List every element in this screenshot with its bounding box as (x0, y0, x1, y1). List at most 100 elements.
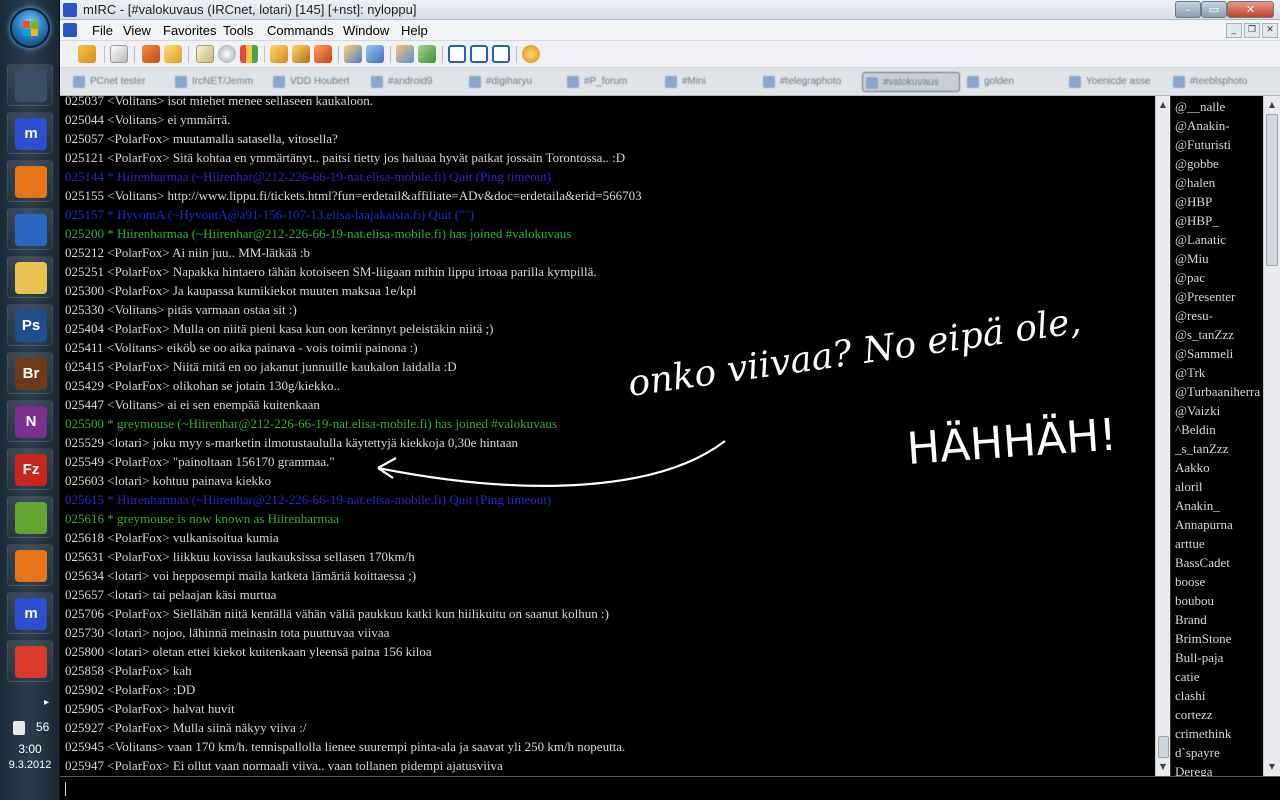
taskbar-app-button[interactable] (7, 640, 53, 682)
nick-list-item[interactable]: aloril (1175, 479, 1202, 495)
mdi-close-button[interactable]: ✕ (1262, 23, 1278, 38)
nick-list-item[interactable]: @pac (1175, 270, 1205, 286)
taskbar-app-button[interactable]: m (7, 592, 53, 634)
nick-list-item[interactable]: @Anakin- (1175, 118, 1230, 134)
cascade-icon[interactable] (492, 45, 510, 63)
nick-list-item[interactable]: @Sammeli (1175, 346, 1233, 362)
nicklist-scrollbar[interactable]: ▲ ▼ (1263, 96, 1280, 776)
nick-list-item[interactable]: @Presenter (1175, 289, 1235, 305)
switchbar-tab[interactable]: #telegraphoto (760, 72, 858, 92)
message-input[interactable] (64, 780, 1274, 798)
mdi-restore-button[interactable]: ❐ (1244, 23, 1260, 38)
switchbar-tab[interactable]: #digiharyu (466, 72, 562, 92)
taskbar-app-button[interactable]: Br (7, 352, 53, 394)
chat-log[interactable]: 025037 <Volitans> isot miehet menee sell… (60, 96, 1155, 776)
taskbar-app-button[interactable] (7, 160, 53, 202)
switchbar-tab[interactable]: #teeblsphoto (1170, 72, 1274, 92)
taskbar-app-button[interactable] (7, 64, 53, 106)
help-icon[interactable] (522, 45, 540, 63)
nick-list-item[interactable]: Annapurna (1175, 517, 1233, 533)
nick-list-item[interactable]: d`spayre (1175, 745, 1220, 761)
notify-list-icon[interactable] (344, 45, 362, 63)
nick-list-item[interactable]: _s_tanZzz (1175, 441, 1228, 457)
channel-window-icon[interactable] (63, 23, 77, 37)
nick-list-item[interactable]: clashi (1175, 688, 1205, 704)
mdi-minimize-button[interactable]: _ (1226, 23, 1242, 38)
switchbar-tab[interactable]: #android9 (368, 72, 464, 92)
nick-list-item[interactable]: @HBP_ (1175, 213, 1219, 229)
switchbar-tab[interactable]: IrcNET/Jemm (172, 72, 268, 92)
channel-list-icon[interactable] (164, 45, 182, 63)
nick-list-item[interactable]: @halen (1175, 175, 1215, 191)
menu-tools[interactable]: Tools (223, 23, 253, 38)
address-book-icon[interactable] (366, 45, 384, 63)
taskbar-app-button[interactable]: m (7, 112, 53, 154)
scroll-down-icon[interactable]: ▼ (1156, 760, 1170, 774)
menu-view[interactable]: View (123, 23, 151, 38)
taskbar-app-button[interactable]: Ps (7, 304, 53, 346)
nick-list-item[interactable]: BrimStone (1175, 631, 1231, 647)
switchbar-tab[interactable]: golden (964, 72, 1060, 92)
taskbar-app-button[interactable] (7, 496, 53, 538)
nick-list-item[interactable]: Derega (1175, 764, 1213, 776)
nick-list-item[interactable]: boubou (1175, 593, 1214, 609)
nick-list-item[interactable]: arttue (1175, 536, 1205, 552)
send-icon[interactable] (418, 45, 436, 63)
nick-list-item[interactable]: Anakin_ (1175, 498, 1220, 514)
taskbar-app-button[interactable]: Fz (7, 448, 53, 490)
menu-file[interactable]: File (92, 23, 113, 38)
scroll-thumb[interactable] (1266, 114, 1278, 266)
nick-list-item[interactable]: @Turbaaniherra (1175, 384, 1260, 400)
nick-list-item[interactable]: @Trk (1175, 365, 1205, 381)
nick-list-item[interactable]: @Lanatic (1175, 232, 1226, 248)
timer-icon[interactable] (218, 45, 236, 63)
clock-time[interactable]: 3:00 (0, 742, 60, 756)
menu-favorites[interactable]: Favorites (163, 23, 216, 38)
nick-list-item[interactable]: crimethink (1175, 726, 1231, 742)
nick-list-item[interactable]: ^Beldin (1175, 422, 1216, 438)
scroll-down-icon[interactable]: ▼ (1265, 760, 1279, 774)
options-icon[interactable] (110, 45, 128, 63)
nick-list-item[interactable]: @Vaizki (1175, 403, 1220, 419)
nick-list-item[interactable]: @resu- (1175, 308, 1213, 324)
connect-icon[interactable] (78, 45, 96, 63)
switchbar-tab[interactable]: #Mini (662, 72, 758, 92)
switchbar-tab[interactable]: #P_forum (564, 72, 660, 92)
close-button[interactable]: ✕ (1227, 1, 1274, 18)
menu-window[interactable]: Window (343, 23, 389, 38)
clock-date[interactable]: 9.3.2012 (0, 759, 60, 771)
switchbar-tab[interactable]: Yoenicde asse (1066, 72, 1166, 92)
nick-list-item[interactable]: @s_tanZzz (1175, 327, 1234, 343)
network-icon[interactable] (13, 721, 25, 735)
taskbar-app-button[interactable]: N (7, 400, 53, 442)
taskbar-app-button[interactable] (7, 208, 53, 250)
nick-list-item[interactable]: catie (1175, 669, 1200, 685)
menu-commands[interactable]: Commands (267, 23, 333, 38)
start-button[interactable] (10, 8, 50, 48)
nick-list-item[interactable]: Bull-paja (1175, 650, 1223, 666)
minimize-button[interactable]: – (1175, 1, 1201, 18)
url-list-icon[interactable] (396, 45, 414, 63)
nick-list-item[interactable]: @Miu (1175, 251, 1209, 267)
nick-list-item[interactable]: boose (1175, 574, 1205, 590)
scroll-up-icon[interactable]: ▲ (1265, 98, 1279, 112)
nick-list-item[interactable]: BassCadet (1175, 555, 1230, 571)
switchbar-tab[interactable]: PCnet tester (70, 72, 170, 92)
maximize-button[interactable]: ▭ (1201, 1, 1227, 18)
nick-list-item[interactable]: Brand (1175, 612, 1207, 628)
nick-list-item[interactable]: @gobbe (1175, 156, 1219, 172)
dcc-chat-icon[interactable] (292, 45, 310, 63)
dcc-get-icon[interactable] (314, 45, 332, 63)
show-hidden-icons-button[interactable]: ▸ (44, 697, 49, 708)
tile-horizontal-icon[interactable] (448, 45, 466, 63)
scroll-up-icon[interactable]: ▲ (1156, 98, 1170, 112)
nick-list-item[interactable]: @Futuristi (1175, 137, 1231, 153)
taskbar-app-button[interactable] (7, 256, 53, 298)
chat-scrollbar[interactable]: ▲ ▼ (1155, 96, 1170, 776)
dcc-send-icon[interactable] (270, 45, 288, 63)
favorites-icon[interactable] (142, 45, 160, 63)
nick-list-item[interactable]: Aakko (1175, 460, 1210, 476)
nick-list-item[interactable]: cortezz (1175, 707, 1213, 723)
tile-vertical-icon[interactable] (470, 45, 488, 63)
nick-list-item[interactable]: @__nalle (1175, 99, 1225, 115)
